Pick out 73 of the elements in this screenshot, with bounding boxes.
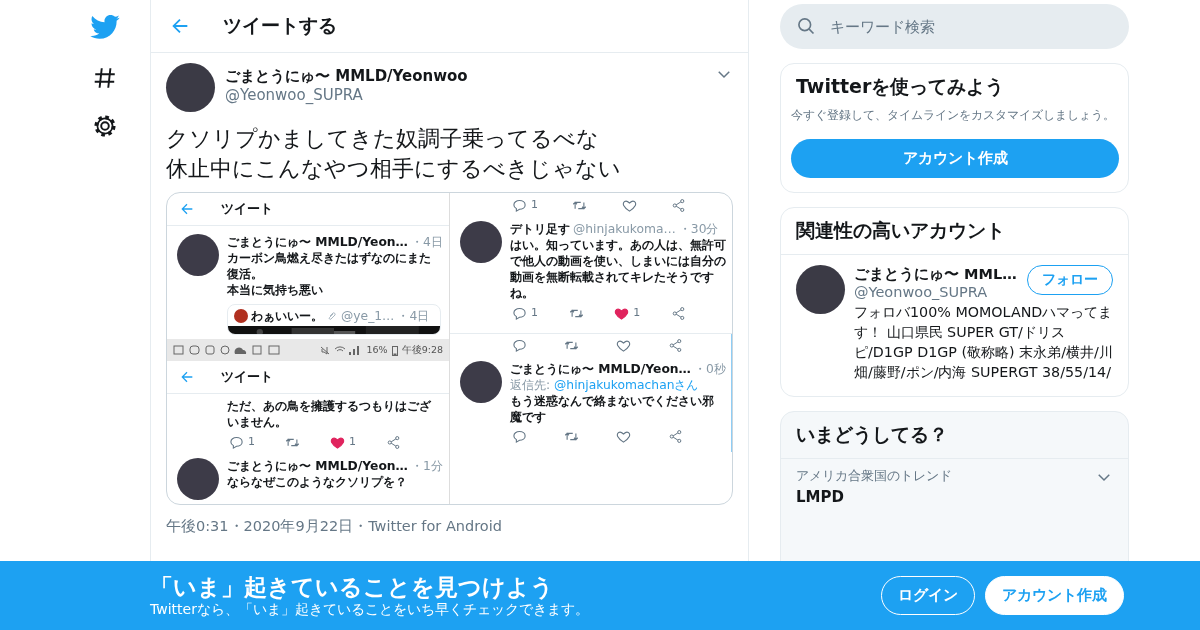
user-name[interactable]: ごまとうにゅ〜 MML…	[854, 265, 1017, 284]
share-icon	[668, 338, 683, 353]
user-name: わぁいいー。	[251, 308, 323, 324]
banner-subtitle: Twitterなら、「いま」起きていることをいち早くチェックできます。	[150, 600, 589, 619]
tweet-meta: 午後0:31・2020年9月22日・Twitter for Android	[166, 517, 503, 536]
tweet-time: ・4日	[397, 308, 430, 324]
battery-icon	[391, 344, 398, 356]
user-name: ごまとうにゅ〜 MMLD/Yeon…	[227, 234, 408, 250]
battery-percent: 16%	[366, 343, 388, 357]
tweet-text: 本当に気持ち悪い	[227, 282, 324, 298]
trend-name[interactable]: LMPD	[796, 488, 952, 506]
tweet-time: ・4日	[410, 234, 443, 250]
reply-to-text: 返信先: @hinjakukomachanさん	[510, 377, 700, 393]
user-handle: @ye_1…	[341, 308, 395, 324]
search-field[interactable]: キーワード検索	[780, 4, 1129, 49]
reply-icon	[229, 434, 244, 450]
tweet-text: クソリプかましてきた奴調子乗ってるべな	[166, 125, 600, 153]
screen-title: ツイート	[221, 201, 273, 217]
follow-button[interactable]: フォロー	[1027, 265, 1113, 295]
reply-icon	[512, 338, 527, 353]
card-title: いまどうしてる？	[795, 422, 949, 447]
reply-icon	[512, 429, 527, 444]
user-name: ごまとうにゅ〜 MMLD/Yeon…	[510, 361, 691, 377]
share-icon	[671, 197, 686, 213]
page-title: ツイートする	[223, 13, 337, 38]
user-bio: フォロバ100% MOMOLANDハマってます！ 山口県民 SUPER GT/ドリスピ/D1GP D1GP (敬称略) 末永弟/横井/川畑/藤野/ポン/内海 SUPERGT 38/55/14/	[854, 303, 1113, 382]
user-name[interactable]: ごまとうにゅ〜 MMLD/Yeonwoo	[225, 67, 705, 86]
avatar[interactable]	[166, 63, 215, 112]
settings-icon[interactable]	[92, 113, 118, 139]
back-arrow-icon	[179, 369, 195, 385]
card-title: Twitterを使ってみよう	[795, 74, 1006, 99]
tweet-text: ただ、あの鳥を擁護するつもりはございません。	[226, 398, 432, 430]
user-name: ごまとうにゅ〜 MMLD/Yeon…	[227, 458, 408, 474]
tweet-text: もう迷惑なんで絡まないでください邪魔です	[510, 393, 715, 425]
tweet-time: ・30分	[678, 221, 719, 237]
banner-title: 「いま」起きていることを見つけよう	[150, 572, 555, 601]
tweet-text: はい。知っています。あの人は、無許可で他人の動画を使い、しまいには自分の動画を無断転載されてキレたそうですね。	[510, 237, 726, 301]
avatar	[177, 458, 219, 500]
avatar	[460, 221, 502, 263]
back-arrow-icon	[179, 201, 195, 217]
user-name: デトリ足す	[510, 221, 570, 237]
user-handle[interactable]: @Yeonwoo_SUPRA	[225, 86, 705, 104]
like-count: 1	[633, 305, 641, 321]
avatar	[460, 361, 502, 403]
clock-time: 午後9:28	[401, 343, 443, 357]
avatar[interactable]	[796, 265, 845, 314]
user-handle: @hinjakukoma…	[573, 221, 676, 237]
tweet-text: ならなぜこのようなクソリプを？	[227, 474, 408, 490]
avatar	[177, 234, 219, 276]
reply-count: 1	[531, 197, 538, 213]
sign-up-button[interactable]: アカウント作成	[985, 576, 1124, 615]
tweet-text: カーボン鳥燃え尽きたはずなのにまた復活。	[227, 250, 432, 282]
sign-up-button[interactable]: アカウント作成	[791, 139, 1119, 178]
card-text: 今すぐ登録して、タイムラインをカスタマイズしましょう。	[790, 107, 1116, 124]
reply-count: 1	[248, 434, 255, 450]
paperclip-icon	[326, 310, 338, 322]
reply-icon	[512, 197, 527, 213]
reply-icon	[512, 305, 527, 321]
hashtag-icon[interactable]	[92, 65, 118, 91]
trend-context: アメリカ合衆国のトレンド	[796, 468, 952, 485]
share-icon	[386, 434, 401, 450]
reply-count: 1	[531, 305, 538, 321]
like-count: 1	[349, 434, 356, 450]
search-icon	[796, 16, 816, 36]
user-handle[interactable]: @Yeonwoo_SUPRA	[854, 284, 1017, 300]
card-title: 関連性の高いアカウント	[795, 218, 1006, 243]
tweet-text: 休止中にこんなやつ相手にするべきじゃない	[166, 155, 622, 183]
share-icon	[670, 305, 686, 321]
share-icon	[668, 429, 683, 444]
tweet-time: ・1分	[410, 458, 443, 474]
tweet-time: ・0秒	[693, 361, 726, 377]
screen-title: ツイート	[221, 369, 273, 385]
avatar	[234, 309, 248, 323]
